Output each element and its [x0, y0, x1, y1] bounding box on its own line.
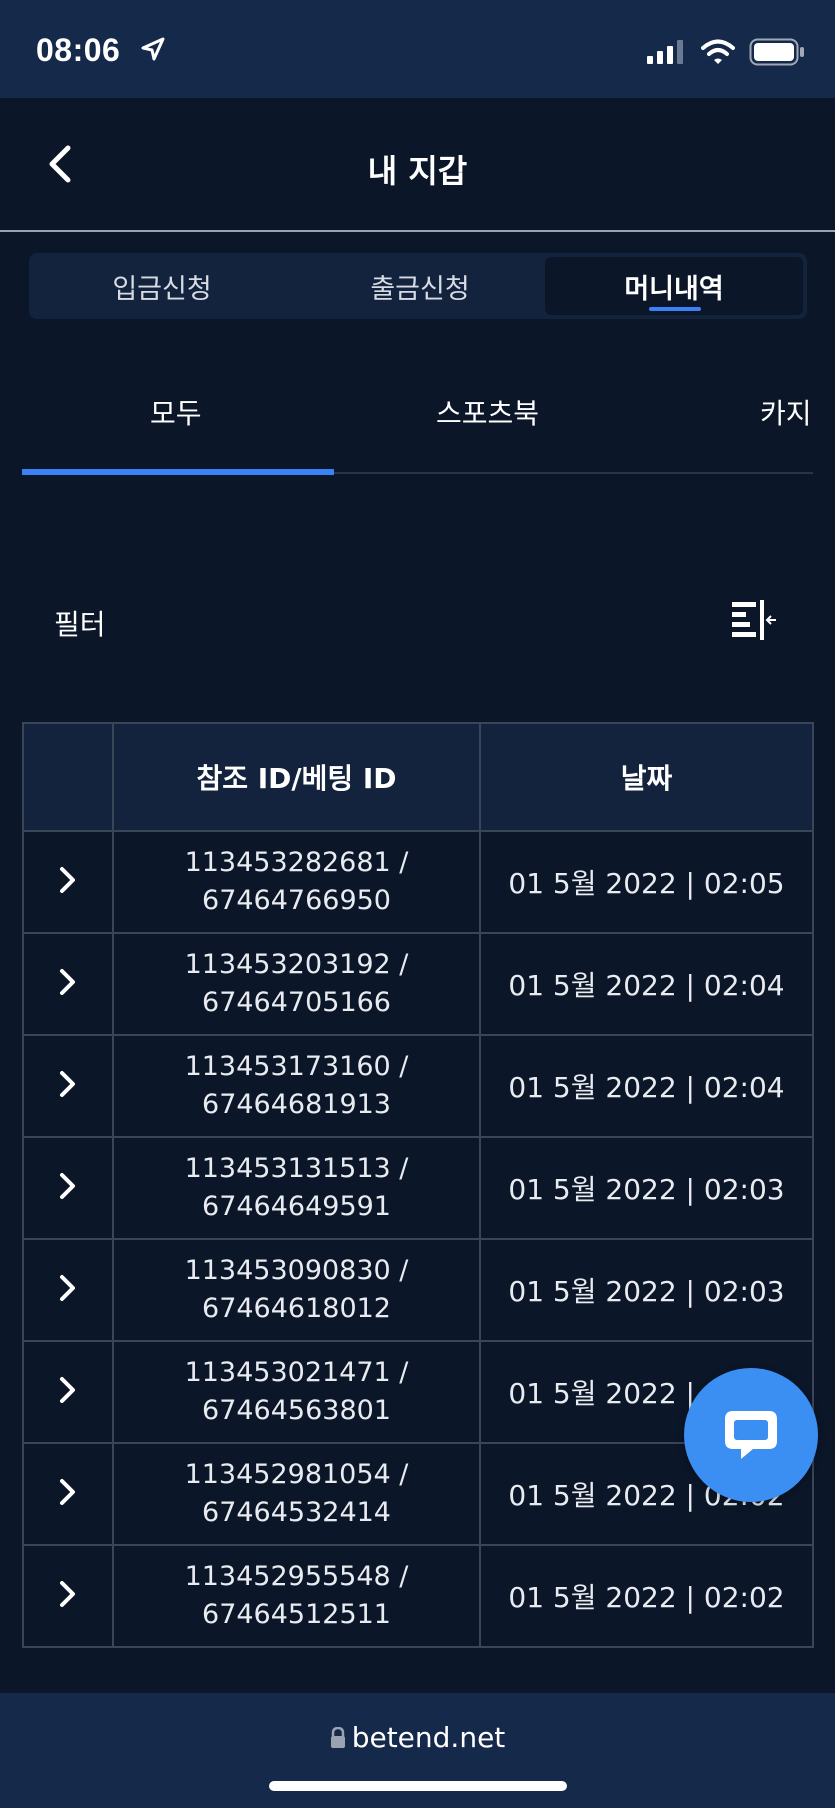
location-arrow-icon: [141, 37, 165, 61]
table-row[interactable]: 113453282681 / 67464766950 01 5월 2022 | 0…: [22, 830, 814, 934]
bet-id: 67464766950: [202, 885, 391, 916]
bet-id: 67464705166: [202, 987, 391, 1018]
date-cell: 01 5월 2022 | 02:05: [479, 830, 814, 934]
chevron-right-icon[interactable]: [58, 1069, 78, 1099]
segment-withdraw-request[interactable]: 출금신청: [291, 257, 549, 315]
expand-cell[interactable]: [22, 1238, 114, 1342]
chevron-right-icon[interactable]: [58, 1273, 78, 1303]
table-row[interactable]: 113453173160 / 67464681913 01 5월 2022 | 0…: [22, 1034, 814, 1138]
url-text: betend.net: [351, 1721, 506, 1754]
filter-icon[interactable]: [730, 598, 778, 642]
ref-id-cell: 113452981054 / 67464532414: [112, 1442, 481, 1546]
table-header-row: 참조 ID/베팅 ID 날짜: [22, 722, 814, 832]
bet-id: 67464563801: [202, 1395, 391, 1426]
status-icons: [647, 38, 805, 66]
chevron-right-icon[interactable]: [58, 967, 78, 997]
lock-icon: [330, 1726, 345, 1748]
date-cell: 01 5월 2022 | 02:03: [479, 1238, 814, 1342]
ref-id-cell: 113453021471 / 67464563801: [112, 1340, 481, 1444]
ref-id: 113453282681 /: [184, 847, 409, 878]
ref-id: 113453131513 /: [184, 1153, 409, 1184]
segment-deposit-request[interactable]: 입금신청: [33, 257, 291, 315]
tab-active-indicator: [22, 469, 334, 475]
expand-cell[interactable]: [22, 1544, 114, 1648]
chevron-right-icon[interactable]: [58, 1579, 78, 1609]
ref-id: 113453090830 /: [184, 1255, 409, 1286]
ref-id: 113453021471 /: [184, 1357, 409, 1388]
history-tabs: 모두 스포츠북 카지: [22, 378, 813, 475]
expand-cell[interactable]: [22, 830, 114, 934]
tab-casino[interactable]: 카지: [760, 392, 812, 432]
tab-all[interactable]: 모두: [150, 392, 202, 432]
bet-id: 67464649591: [202, 1191, 391, 1222]
expand-cell[interactable]: [22, 1442, 114, 1546]
ref-id-cell: 113453282681 / 67464766950: [112, 830, 481, 934]
ref-id-cell: 113453090830 / 67464618012: [112, 1238, 481, 1342]
expand-cell[interactable]: [22, 1034, 114, 1138]
segment-money-history-label: 머니내역: [624, 273, 724, 305]
ref-id: 113452981054 /: [184, 1459, 409, 1490]
status-bar: 08:06: [0, 0, 835, 98]
page-title: 내 지갑: [367, 152, 468, 190]
date-cell: 01 5월 2022 | 02:03: [479, 1136, 814, 1240]
wifi-icon: [701, 39, 735, 64]
expand-cell[interactable]: [22, 932, 114, 1036]
table-header-date: 날짜: [479, 722, 814, 832]
status-time: 08:06: [36, 32, 121, 68]
chevron-right-icon[interactable]: [58, 1375, 78, 1405]
date-cell: 01 5월 2022 | 02:04: [479, 1034, 814, 1138]
bet-id: 67464618012: [202, 1293, 391, 1324]
ref-id: 113453203192 /: [184, 949, 409, 980]
filter-label[interactable]: 필터: [54, 603, 106, 643]
signal-icon: [647, 40, 683, 64]
ref-id: 113452955548 /: [184, 1561, 409, 1592]
wallet-segment-control: 입금신청 출금신청 머니내역: [29, 253, 807, 319]
chat-button[interactable]: [684, 1368, 818, 1502]
bet-id: 67464512511: [202, 1599, 391, 1630]
table-row[interactable]: 113453203192 / 67464705166 01 5월 2022 | 0…: [22, 932, 814, 1036]
chevron-right-icon[interactable]: [58, 865, 78, 895]
ref-id-cell: 113452955548 / 67464512511: [112, 1544, 481, 1648]
ref-id-cell: 113453131513 / 67464649591: [112, 1136, 481, 1240]
table-row[interactable]: 113452955548 / 67464512511 01 5월 2022 | 0…: [22, 1544, 814, 1648]
transaction-table: 참조 ID/베팅 ID 날짜 113453282681 / 67464766950…: [22, 722, 814, 1648]
date-cell: 01 5월 2022 | 02:02: [479, 1544, 814, 1648]
home-indicator[interactable]: [269, 1781, 567, 1791]
expand-cell[interactable]: [22, 1340, 114, 1444]
battery-icon: [749, 38, 804, 66]
table-row[interactable]: 113453131513 / 67464649591 01 5월 2022 | 0…: [22, 1136, 814, 1240]
segment-active-indicator: [649, 307, 701, 311]
table-header-expand: [22, 722, 114, 832]
segment-money-history[interactable]: 머니내역: [545, 257, 803, 315]
table-row[interactable]: 113453090830 / 67464618012 01 5월 2022 | 0…: [22, 1238, 814, 1342]
bet-id: 67464532414: [202, 1497, 391, 1528]
browser-bottom-bar: betend.net: [0, 1693, 835, 1808]
ref-id-cell: 113453203192 / 67464705166: [112, 932, 481, 1036]
tab-sportsbook[interactable]: 스포츠북: [436, 392, 539, 432]
chevron-right-icon[interactable]: [58, 1171, 78, 1201]
date-cell: 01 5월 2022 | 02:04: [479, 932, 814, 1036]
ref-id-cell: 113453173160 / 67464681913: [112, 1034, 481, 1138]
chat-icon: [725, 1411, 777, 1459]
expand-cell[interactable]: [22, 1136, 114, 1240]
chevron-right-icon[interactable]: [58, 1477, 78, 1507]
table-header-ref-id: 참조 ID/베팅 ID: [112, 722, 481, 832]
ref-id: 113453173160 /: [184, 1051, 409, 1082]
app-header: 내 지갑: [0, 98, 835, 232]
bet-id: 67464681913: [202, 1089, 391, 1120]
url-bar[interactable]: betend.net: [0, 1721, 835, 1754]
